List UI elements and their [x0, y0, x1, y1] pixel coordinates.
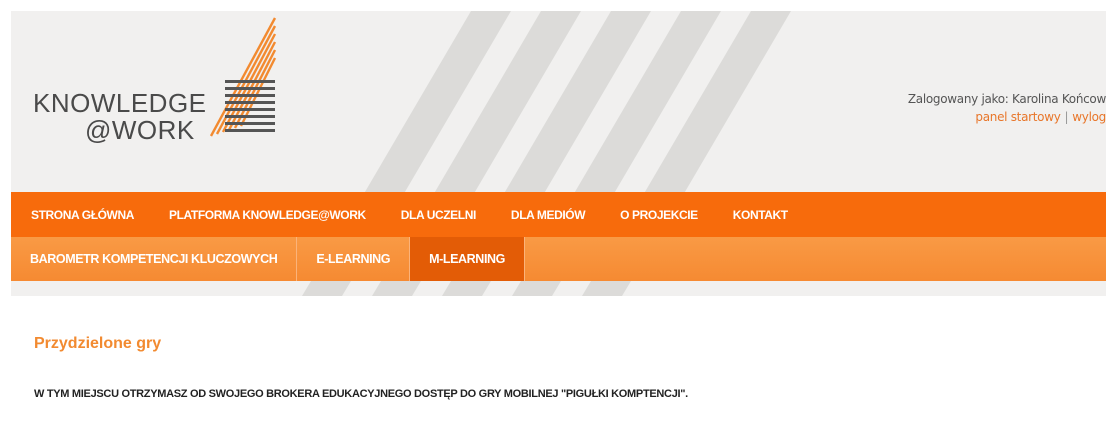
page-title: Przydzielone gry [34, 335, 162, 352]
sub-nav: BAROMETR KOMPETENCJI KLUCZOWYCH E-LEARNI… [11, 237, 1106, 281]
logo-mark-icon [209, 17, 277, 137]
logo-text-line2: @WORK [85, 115, 195, 145]
user-links: panel startowy | wylog [886, 110, 1106, 124]
site-logo[interactable]: KNOWLEDGE @WORK [29, 16, 299, 146]
info-notice: W TYM MIEJSCU OTRZYMASZ OD SWOJEGO BROKE… [34, 388, 688, 400]
nav-item-media[interactable]: DLA MEDIÓW [511, 208, 586, 222]
nav-item-contact[interactable]: KONTAKT [733, 208, 788, 222]
subnav-item-barometer[interactable]: BAROMETR KOMPETENCJI KLUCZOWYCH [11, 237, 298, 281]
nav-item-home[interactable]: STRONA GŁÓWNA [31, 208, 134, 222]
header-bottom-band [11, 281, 1106, 296]
nav-item-about[interactable]: O PROJEKCIE [620, 208, 698, 222]
user-info: Zalogowany jako: Karolina Końcow panel s… [886, 92, 1106, 124]
logged-in-label: Zalogowany jako: Karolina Końcow [907, 92, 1106, 106]
band-stripes-decoration [302, 281, 631, 296]
header-banner: KNOWLEDGE @WORK Zalogowany jako: Karolin… [11, 11, 1106, 192]
subnav-item-elearning[interactable]: E-LEARNING [297, 237, 411, 281]
subnav-item-mlearning[interactable]: M-LEARNING [410, 237, 525, 281]
main-nav: STRONA GŁÓWNA PLATFORMA KNOWLEDGE@WORK D… [11, 192, 1106, 237]
logout-link[interactable]: wylog [1072, 110, 1106, 124]
nav-item-platform[interactable]: PLATFORMA KNOWLEDGE@WORK [169, 208, 366, 222]
link-separator: | [1064, 110, 1069, 124]
panel-start-link[interactable]: panel startowy [975, 110, 1060, 124]
nav-item-universities[interactable]: DLA UCZELNI [401, 208, 477, 222]
